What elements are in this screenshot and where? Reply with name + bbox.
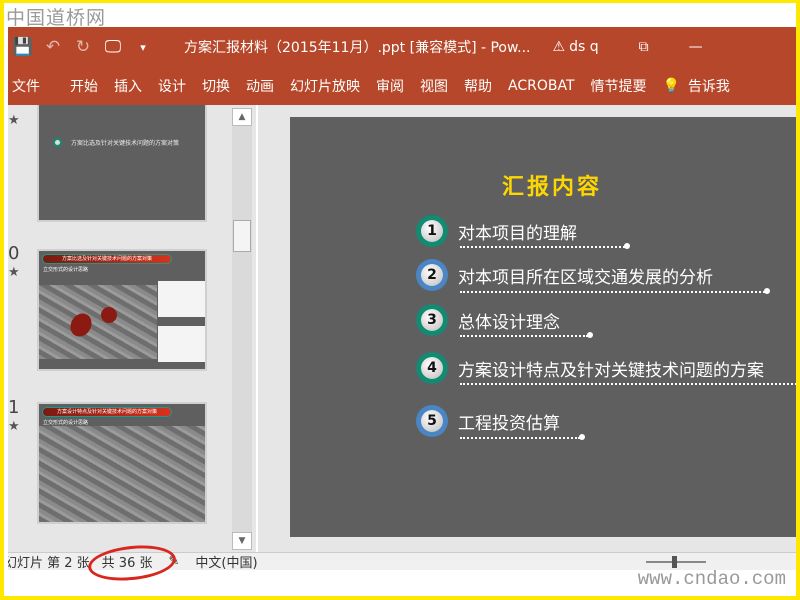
title-bar: 💾 ↶ ↻ 🖵 ▾ 方案汇报材料（2015年11月）.ppt [兼容模式] - … (8, 27, 796, 67)
tab-acrobat[interactable]: ACROBAT (508, 78, 575, 94)
scroll-thumb[interactable] (233, 220, 251, 252)
number-badge-icon: 1 (416, 215, 448, 247)
watermark-logo: 中国道桥网 (6, 7, 107, 29)
thumbnail-subtitle: 立交形式的设计思路 (43, 267, 89, 273)
ribbon-tabs: 文件 开始 插入 设计 切换 动画 幻灯片放映 审阅 视图 帮助 ACROBAT… (8, 67, 796, 105)
aerial-map-image (39, 426, 205, 522)
language-indicator[interactable]: 中文(中国) (195, 553, 257, 570)
thumbnail-scrollbar[interactable]: ▲ ▼ (232, 108, 252, 550)
minimize-icon[interactable]: — (689, 39, 703, 55)
tab-review[interactable]: 审阅 (376, 76, 404, 96)
present-icon[interactable]: 🖵 (98, 37, 128, 57)
scroll-down-button[interactable]: ▼ (232, 532, 252, 550)
thumbnail-header: 方案比选及针对关键技术问题的方案对策 (42, 254, 172, 264)
slide-editor: 汇报内容 1 对本项目的理解 2 对本项目所在区域交通发展的分析 3 总体设计理念 4… (258, 105, 800, 552)
dotted-underline (460, 383, 800, 385)
number-badge-icon: 4 (416, 352, 448, 384)
thumbnail-subtitle: 立交形式的设计思路 (43, 420, 89, 426)
tab-view[interactable]: 视图 (420, 76, 448, 96)
number-badge-icon: 2 (416, 259, 448, 291)
aerial-map-image (39, 285, 157, 359)
current-slide[interactable]: 汇报内容 1 对本项目的理解 2 对本项目所在区域交通发展的分析 3 总体设计理念 4… (290, 117, 800, 537)
number-icon (53, 138, 62, 147)
tab-file[interactable]: 文件 (12, 76, 40, 96)
window-title: 方案汇报材料（2015年11月）.ppt [兼容模式] - Pow... (184, 40, 531, 56)
tell-me-search[interactable]: 告诉我 (688, 76, 730, 96)
zoom-slider[interactable] (646, 555, 706, 568)
slide-number: 0 (8, 243, 20, 264)
slide-title: 汇报内容 (502, 174, 603, 200)
dotted-underline (460, 434, 585, 440)
star-icon: ★ (8, 265, 20, 280)
redo-icon[interactable]: ↻ (68, 37, 98, 57)
dotted-underline (460, 332, 593, 338)
star-icon: ★ (8, 113, 20, 128)
agenda-item: 对本项目所在区域交通发展的分析 (458, 267, 713, 288)
ribbon-display-icon[interactable]: ⧉ (639, 39, 649, 55)
dotted-underline (460, 288, 770, 294)
road-map-image (158, 281, 205, 317)
slide-number: 1 (8, 397, 20, 418)
number-badge-icon: 5 (416, 405, 448, 437)
tab-storyboard[interactable]: 情节提要 (591, 76, 647, 96)
undo-icon[interactable]: ↶ (38, 37, 68, 57)
user-name[interactable]: ds q (569, 39, 599, 55)
scroll-up-button[interactable]: ▲ (232, 108, 252, 126)
tab-help[interactable]: 帮助 (464, 76, 492, 96)
agenda-item: 工程投资估算 (458, 413, 560, 434)
road-map-image (158, 326, 205, 362)
tab-transitions[interactable]: 切换 (202, 76, 230, 96)
tab-design[interactable]: 设计 (158, 76, 186, 96)
slide-thumbnail[interactable]: 方案设计特点及针对关键技术问题的方案对策 立交形式的设计思路 (37, 402, 207, 524)
save-icon[interactable]: 💾 (8, 37, 38, 57)
slide-thumbnail[interactable]: 方案比选及针对关键技术问题的方案对策 立交形式的设计思路 (37, 249, 207, 371)
tab-animations[interactable]: 动画 (246, 76, 274, 96)
warning-icon: ⚠ (552, 39, 566, 55)
thumbnail-caption: 方案比选及针对关键技术问题的方案对策 (71, 140, 180, 147)
slide-thumbnail-pane: ★ 方案比选及针对关键技术问题的方案对策 0 ★ 方案比选及针对关键技术问题的方… (8, 105, 256, 552)
dotted-underline (460, 243, 630, 249)
lightbulb-icon: 💡 (662, 78, 680, 94)
customize-toolbar-icon[interactable]: ▾ (128, 41, 158, 54)
slide-position: 幻灯片 第 2 张 (8, 556, 90, 570)
agenda-item: 方案设计特点及针对关键技术问题的方案 (458, 360, 764, 381)
tab-insert[interactable]: 插入 (114, 76, 142, 96)
agenda-item: 总体设计理念 (458, 312, 560, 333)
tab-slideshow[interactable]: 幻灯片放映 (290, 76, 360, 96)
agenda-item: 对本项目的理解 (458, 223, 577, 244)
watermark-url: www.cndao.com (637, 568, 786, 590)
thumbnail-header: 方案设计特点及针对关键技术问题的方案对策 (42, 407, 172, 417)
number-badge-icon: 3 (416, 304, 448, 336)
star-icon: ★ (8, 419, 20, 434)
slide-thumbnail[interactable]: 方案比选及针对关键技术问题的方案对策 (37, 105, 207, 222)
tab-home[interactable]: 开始 (70, 76, 98, 96)
